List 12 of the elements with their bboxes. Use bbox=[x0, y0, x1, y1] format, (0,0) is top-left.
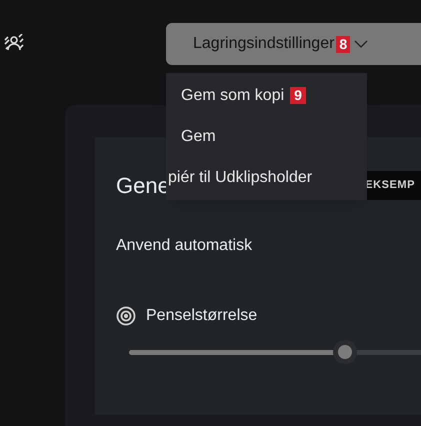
target-icon bbox=[116, 306, 136, 326]
menu-item[interactable]: Gem bbox=[166, 116, 367, 157]
menu-item[interactable]: Gem som kopi 9 bbox=[166, 75, 367, 116]
chevron-down-icon bbox=[354, 40, 368, 48]
auto-apply-label: Anvend automatisk bbox=[116, 236, 254, 256]
slider-track[interactable] bbox=[129, 340, 421, 364]
brush-size-label: Penselstørrelse bbox=[146, 306, 258, 326]
number-badge: 9 bbox=[290, 87, 306, 104]
slider-thumb[interactable] bbox=[333, 340, 358, 364]
person-hatched-icon[interactable] bbox=[4, 34, 24, 52]
number-badge: 8 bbox=[336, 36, 350, 52]
save-options-dropdown[interactable]: Lagringsindstillinger 8 bbox=[166, 23, 421, 65]
